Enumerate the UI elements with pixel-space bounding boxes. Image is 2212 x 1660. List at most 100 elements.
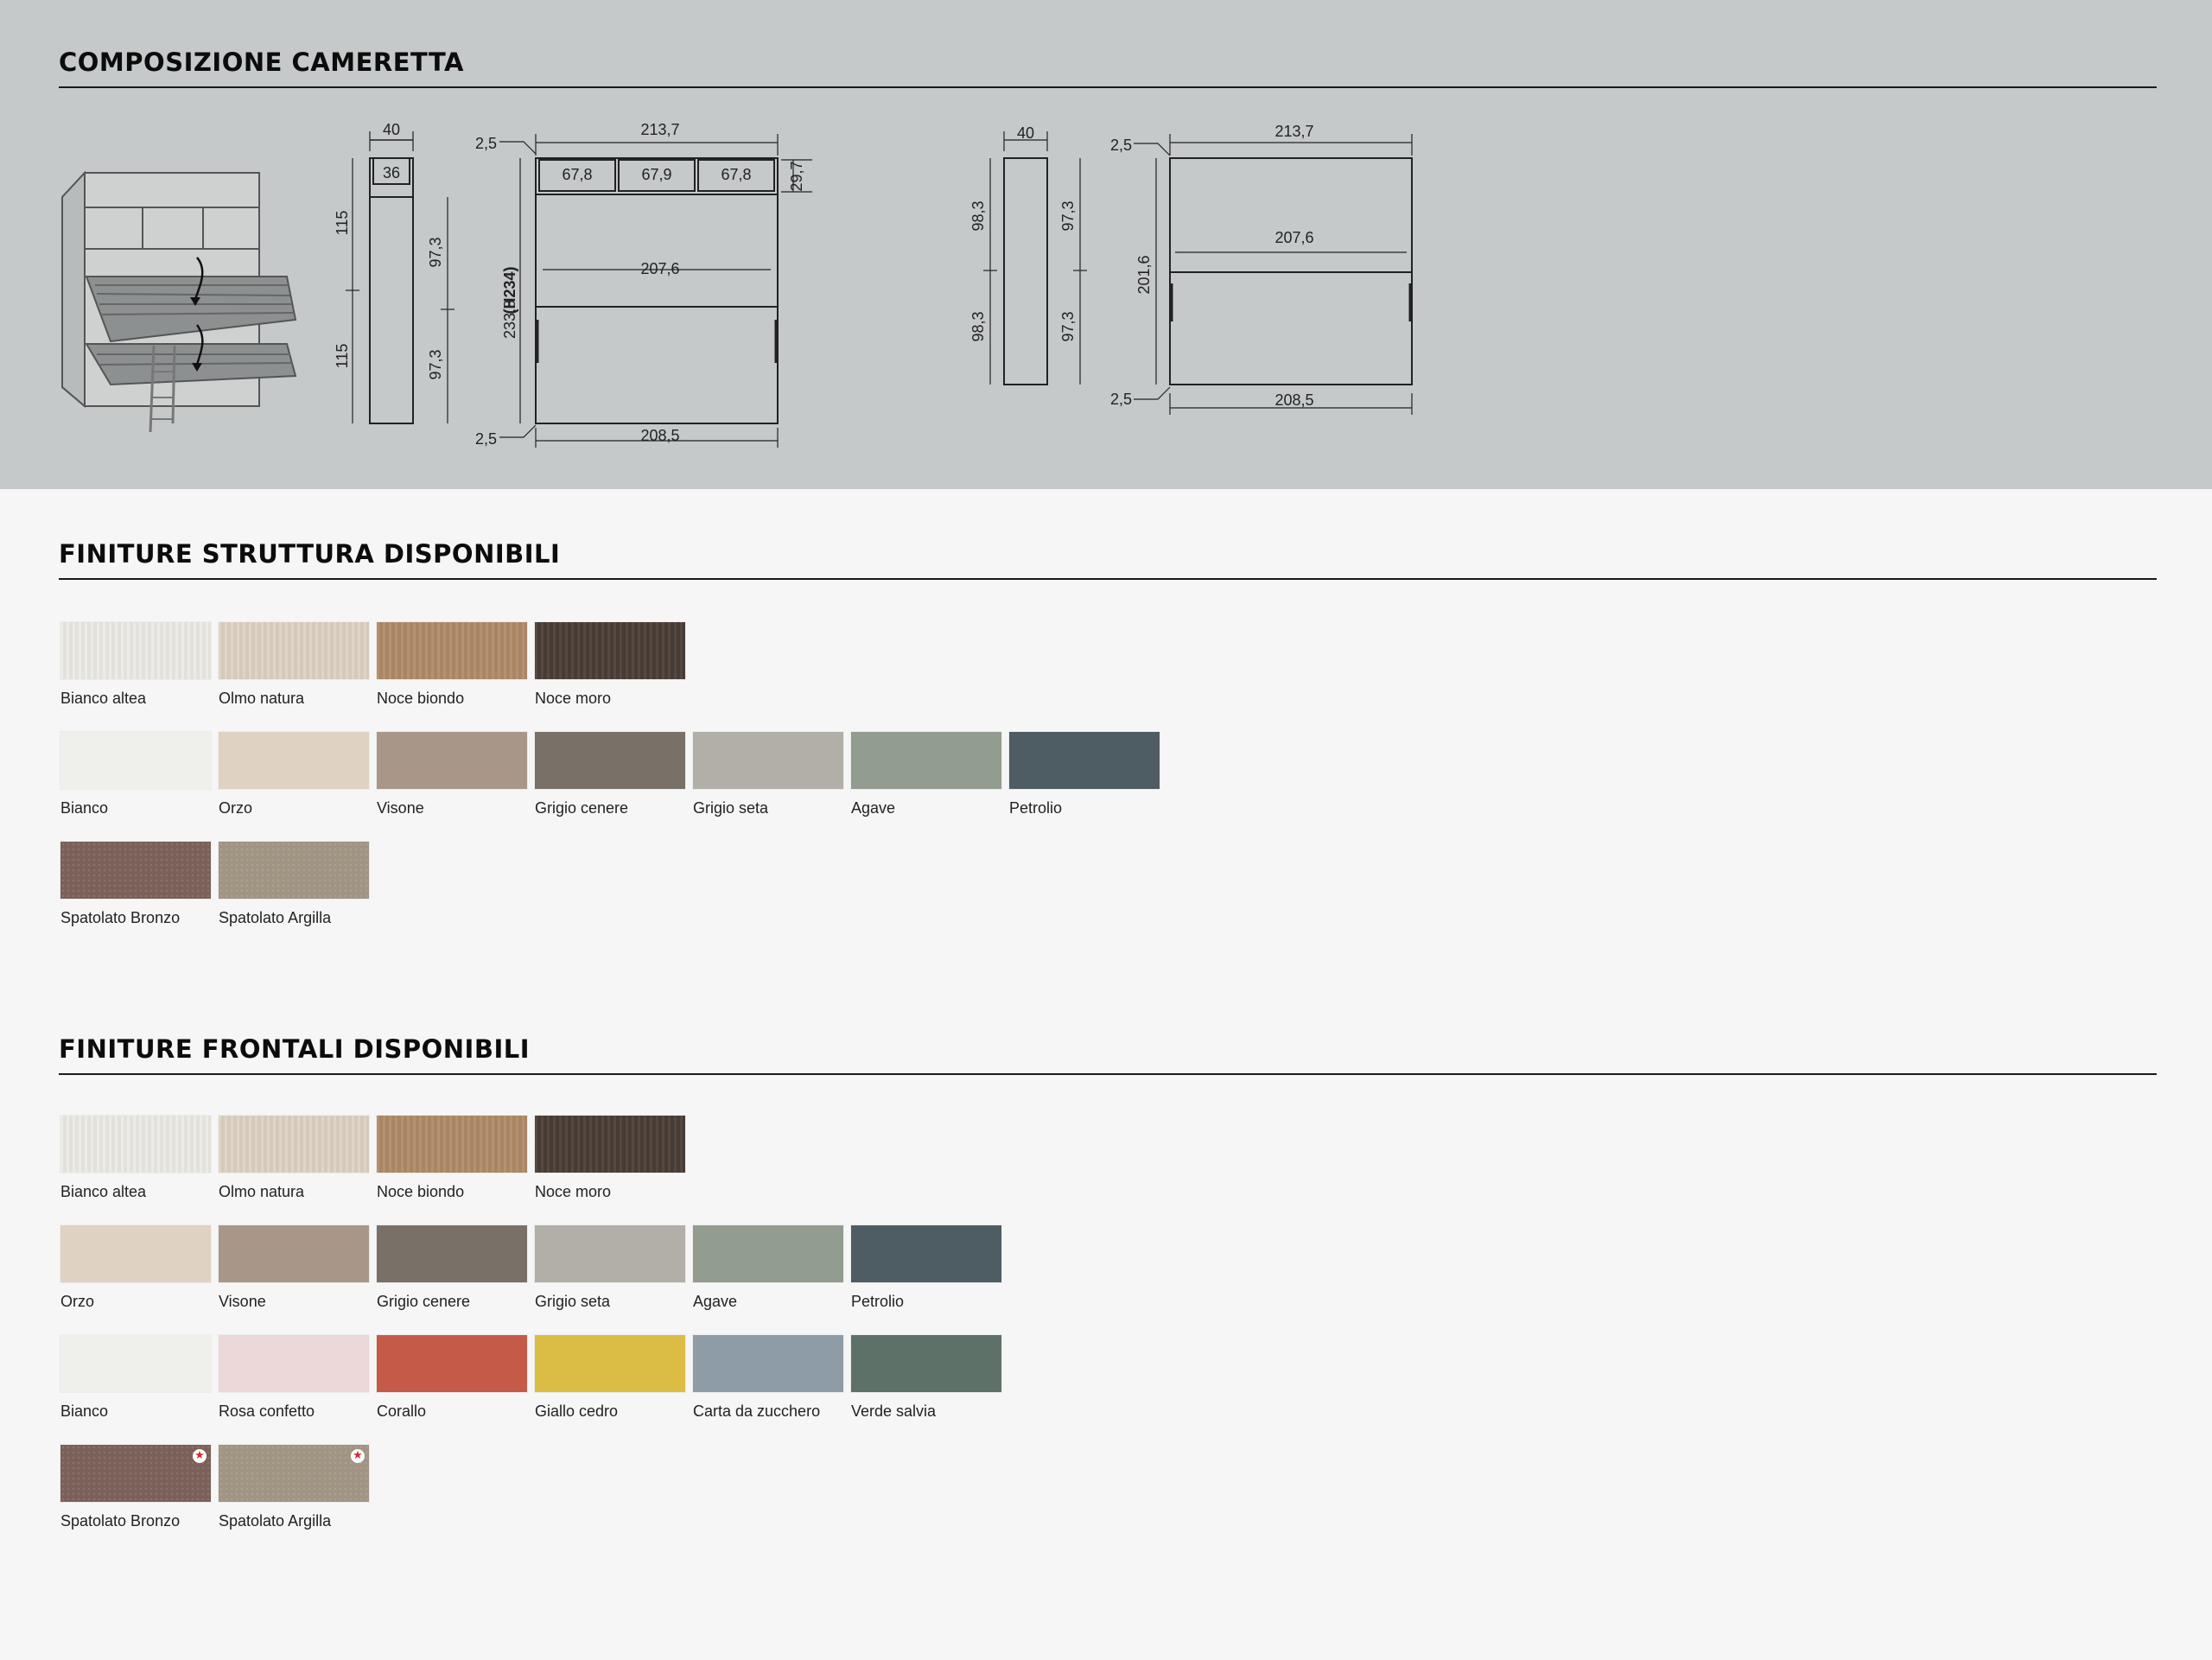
- finish-swatch[interactable]: Olmo natura: [219, 1116, 369, 1201]
- dim-front1-col3: 67,8: [721, 166, 751, 183]
- finish-label: Visone: [377, 799, 424, 817]
- finish-label: Rosa confetto: [219, 1402, 315, 1420]
- finish-swatch[interactable]: ★ Spatolato Bronzo: [60, 1445, 211, 1530]
- finish-swatch[interactable]: Carta da zucchero: [693, 1335, 843, 1421]
- finish-color-chip: [60, 1116, 211, 1173]
- dim-front1-shelf-h: 29,7: [788, 161, 805, 191]
- finish-swatch[interactable]: Spatolato Argilla: [219, 842, 369, 927]
- dim-front1-margin-top: 2,5: [475, 135, 497, 152]
- finish-color-chip: [851, 732, 1001, 789]
- finish-label: Grigio seta: [693, 799, 769, 817]
- finish-color-chip: [377, 622, 527, 679]
- dim-front2-width: 213,7: [1274, 123, 1313, 140]
- finish-swatch[interactable]: Noce biondo: [377, 1116, 527, 1201]
- finish-label: Grigio cenere: [535, 799, 629, 817]
- finish-color-chip: [377, 732, 527, 789]
- dim-front2-base-w: 208,5: [1274, 391, 1313, 409]
- dim-front1-height-code: (H234): [501, 266, 518, 314]
- finish-label: Orzo: [219, 799, 253, 817]
- finish-label: Bianco: [60, 1402, 109, 1420]
- finish-swatch[interactable]: Grigio seta: [535, 1225, 685, 1311]
- finish-swatch[interactable]: Corallo: [377, 1335, 527, 1421]
- finish-swatch[interactable]: Bianco: [60, 1335, 211, 1421]
- finish-label: Visone: [219, 1293, 266, 1310]
- bunk-bed-illustration: [61, 170, 297, 433]
- finish-swatch[interactable]: Orzo: [219, 732, 369, 817]
- finish-label: Agave: [851, 799, 896, 817]
- finish-swatch[interactable]: Noce moro: [535, 1116, 685, 1201]
- finish-label: Orzo: [60, 1293, 95, 1310]
- finish-label: Petrolio: [851, 1293, 905, 1310]
- finish-label: Olmo natura: [219, 1183, 305, 1200]
- finish-label: Spatolato Argilla: [219, 1512, 332, 1530]
- finish-label: Spatolato Bronzo: [60, 909, 181, 926]
- finish-label: Petrolio: [1009, 799, 1063, 817]
- finish-color-chip: [377, 1335, 527, 1392]
- front-finishes-title: FINITURE FRONTALI DISPONIBILI: [59, 1034, 531, 1064]
- finish-swatch[interactable]: Rosa confetto: [219, 1335, 369, 1421]
- dim-front2-height: 201,6: [1135, 255, 1153, 294]
- dim-side2-d-upper: 97,3: [1059, 200, 1077, 231]
- finish-swatch[interactable]: Noce biondo: [377, 622, 527, 708]
- finish-label: Spatolato Argilla: [219, 909, 332, 926]
- finish-color-chip: [693, 1225, 843, 1282]
- finish-swatch[interactable]: Petrolio: [851, 1225, 1001, 1311]
- finish-color-chip: [219, 1116, 369, 1173]
- finish-swatch[interactable]: Grigio cenere: [535, 732, 685, 817]
- finish-swatch[interactable]: Agave: [693, 1225, 843, 1311]
- finish-color-chip: [535, 732, 685, 789]
- dim-front2-inner-w: 207,6: [1274, 229, 1313, 246]
- finish-swatch[interactable]: Olmo natura: [219, 622, 369, 708]
- dim-front1-margin-bottom: 2,5: [475, 430, 497, 448]
- finish-swatch[interactable]: Visone: [377, 732, 527, 817]
- dim-front1-base-w: 208,5: [640, 427, 679, 444]
- finish-swatch[interactable]: Grigio seta: [693, 732, 843, 817]
- dim-side2-h-upper: 98,3: [969, 200, 987, 231]
- finish-color-chip: [219, 622, 369, 679]
- finish-label: Noce biondo: [377, 1183, 465, 1200]
- dim-side1-h-lower: 115: [334, 344, 351, 369]
- finish-color-chip: [219, 1335, 369, 1392]
- finish-swatch[interactable]: ★ Spatolato Argilla: [219, 1445, 369, 1530]
- finish-color-chip: [851, 1225, 1001, 1282]
- finish-swatch[interactable]: Grigio cenere: [377, 1225, 527, 1311]
- dim-side1-inner: 36: [383, 164, 400, 181]
- star-badge-icon: ★: [351, 1449, 365, 1463]
- finish-color-chip: [219, 1225, 369, 1282]
- finish-swatch[interactable]: Spatolato Bronzo: [60, 842, 211, 927]
- finish-swatch[interactable]: Visone: [219, 1225, 369, 1311]
- finish-label: Verde salvia: [851, 1402, 937, 1420]
- finish-label: Noce moro: [535, 690, 612, 707]
- finish-swatch[interactable]: Noce moro: [535, 622, 685, 708]
- technical-drawing: 40 36 115 115 97,3 97,3 213,7 2,5 67,8 6…: [61, 121, 1413, 448]
- finish-swatch[interactable]: Bianco altea: [60, 1116, 211, 1201]
- dim-side2-h-lower: 98,3: [969, 311, 987, 341]
- finish-swatch[interactable]: Orzo: [60, 1225, 211, 1311]
- side-view-2: [983, 131, 1087, 385]
- finish-color-chip: [219, 842, 369, 899]
- finish-label: Agave: [693, 1293, 738, 1310]
- dim-side2-d-lower: 97,3: [1059, 311, 1077, 341]
- dim-front1-width: 213,7: [640, 121, 679, 138]
- front-view-2: [1134, 134, 1413, 415]
- star-badge-icon: ★: [193, 1449, 207, 1463]
- finish-label: Carta da zucchero: [693, 1402, 821, 1420]
- finish-label: Olmo natura: [219, 690, 305, 707]
- finish-swatch[interactable]: Petrolio: [1009, 732, 1160, 817]
- finish-color-chip: [377, 1116, 527, 1173]
- finish-color-chip: [60, 842, 211, 899]
- finish-swatch[interactable]: Bianco: [60, 732, 211, 817]
- finish-color-chip: [535, 622, 685, 679]
- finish-color-chip: [60, 732, 211, 789]
- finish-swatch[interactable]: Giallo cedro: [535, 1335, 685, 1421]
- finish-label: Spatolato Bronzo: [60, 1512, 181, 1530]
- finish-swatch[interactable]: Agave: [851, 732, 1001, 817]
- finish-label: Noce moro: [535, 1183, 612, 1200]
- finish-swatch[interactable]: Verde salvia: [851, 1335, 1001, 1421]
- dim-front1-col2: 67,9: [641, 166, 671, 183]
- dim-side1-top: 40: [383, 121, 400, 138]
- finish-color-chip: [219, 732, 369, 789]
- finish-color-chip: [693, 732, 843, 789]
- finish-swatch[interactable]: Bianco altea: [60, 622, 211, 708]
- dim-side1-h-upper: 115: [334, 211, 351, 236]
